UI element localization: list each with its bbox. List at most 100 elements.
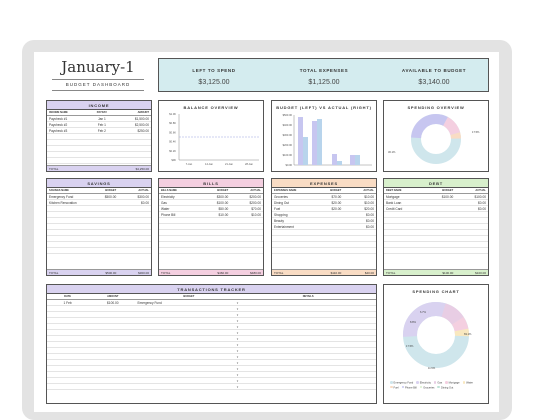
table-cell: $0.00 [366,213,374,217]
table-row[interactable] [47,248,151,254]
table-cell [118,158,151,163]
bills-header: BILLS [159,179,263,188]
bar-debt-actual [355,155,360,165]
table-cell: $70.00 [251,207,261,211]
col-payday: PAYDAY [96,111,107,114]
table-cell: $0.00 [366,219,374,223]
table-cell: $0.00 [478,201,486,205]
table-cell [384,236,423,241]
transaction-cell [240,366,376,371]
transaction-cell: ▾ [137,330,240,335]
table-cell: Beauty [274,219,284,223]
legend-item: Fuel [390,385,399,389]
expenses-header: EXPENSES [272,179,376,188]
table-cell [423,236,456,241]
y-tick-label: $0.6K [169,130,176,134]
total-expenses-value: $1,125.00 [308,79,340,86]
summary-bar: LEFT TO SPEND $3,125.00 TOTAL EXPENSES $… [158,58,489,92]
table-cell [311,242,344,247]
table-cell: Entertainment [274,225,294,229]
table-cell [343,230,376,235]
y-tick-label: $0K [171,158,176,162]
expenses-total-row: TOTAL $110.00 $40.00 [272,269,376,275]
transaction-cell [47,384,88,389]
spending-donut-chart [403,302,469,368]
table-cell: Paycheck #2 [49,123,68,127]
transaction-cell: ▾ [137,372,240,377]
transaction-cell: ▾ [137,384,240,389]
y-tick-label: $400.00 [283,123,293,127]
table-row[interactable] [159,248,263,254]
legend-swatch-icon [390,385,393,388]
col-budget: BUDGET [217,189,229,192]
table-row[interactable] [384,248,488,254]
table-cell [47,134,86,139]
table-cell: Gas [161,201,167,205]
spending-label-4: 8.8% [410,321,416,324]
expenses-total-budget: $110.00 [330,271,342,275]
table-cell [47,242,86,247]
table-row[interactable] [47,158,151,164]
left-to-spend-label: LEFT TO SPEND [192,68,236,73]
col-budget: BUDGET [330,189,342,192]
table-cell [159,248,198,253]
overview-label-right: 17.5% [472,131,480,134]
table-cell: $200.00 [249,195,261,199]
table-cell [423,200,456,205]
spending-overview-panel: SPENDING OVERVIEW 30.1% 17.5% [383,100,489,172]
legend-swatch-icon [433,381,437,384]
table-cell [47,230,86,235]
table-cell: Feb 1 [97,123,106,127]
table-cell [159,218,198,223]
spending-overview-title: SPENDING OVERVIEW [407,105,465,110]
transaction-row[interactable]: ▾ [47,384,376,390]
income-header: INCOME [47,101,151,110]
table-cell [423,212,456,217]
budget-vs-actual-chart: $500.00 $400.00 $300.00 $200.00 $100.00 $0.00 [283,113,372,167]
table-cell: Phone Bill [161,213,176,217]
table-cell [159,236,198,241]
table-cell [86,212,119,217]
transaction-cell [88,372,137,377]
transaction-cell [240,384,376,389]
bar-savings-actual [303,137,308,165]
table-cell [86,218,119,223]
transaction-cell [47,324,88,329]
table-row[interactable] [272,248,376,254]
table-cell: Water [161,207,170,211]
y-tick-label: $500.00 [283,113,293,117]
col-details: DETAILS [302,295,314,298]
transaction-cell [88,306,137,311]
table-cell [118,146,151,151]
table-cell [384,248,423,253]
total-label: TOTAL [49,271,59,275]
col-savings-name: SAVINGS NAME [49,189,69,192]
spending-chart-title: SPENDING CHART [412,289,460,294]
table-cell [86,242,119,247]
transaction-cell [240,372,376,377]
col-actual: ACTUAL [250,189,261,192]
table-cell: Dining Out [274,201,290,205]
table-cell [455,218,488,223]
table-cell [423,230,456,235]
transaction-cell: ▾ [137,342,240,347]
legend-swatch-icon [437,385,440,388]
col-bills-name: BILLS NAME [161,189,177,192]
table-cell: $0.00 [366,225,374,229]
y-tick-label: $0.2K [169,149,176,153]
transaction-cell [47,312,88,317]
bills-total-row: TOTAL $460.00 $480.00 [159,269,263,275]
debt-total-budget: $100.00 [442,271,454,275]
dropdown-arrow-icon[interactable]: ▾ [237,384,239,390]
transaction-cell [240,330,376,335]
table-cell [230,248,263,253]
table-cell [47,152,86,157]
transaction-cell [47,378,88,383]
table-cell [198,218,231,223]
table-cell [47,206,86,211]
transaction-cell: ▾ [137,306,240,311]
table-cell [230,230,263,235]
balance-overview-title: BALANCE OVERVIEW [183,105,239,110]
legend-item: Emergency Fund [390,381,413,385]
table-cell [86,152,119,157]
